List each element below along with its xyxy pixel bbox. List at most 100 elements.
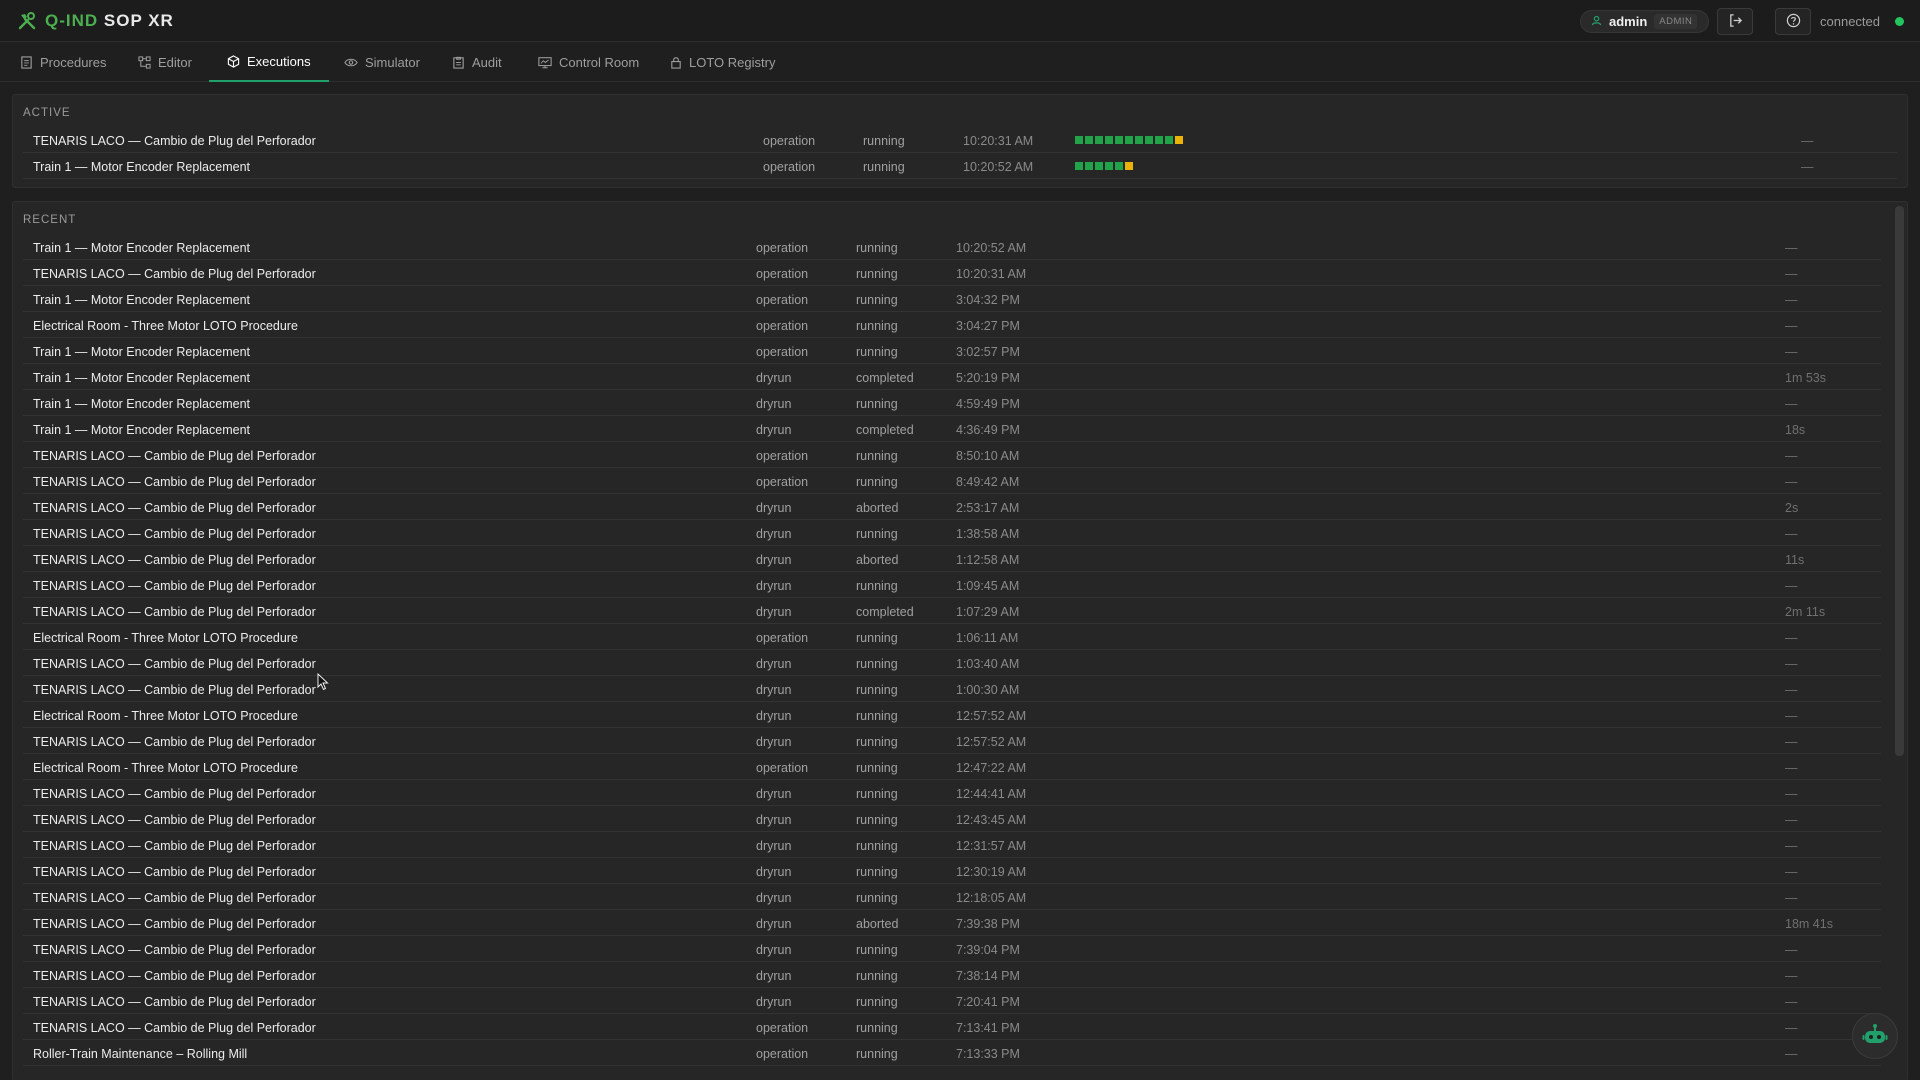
- execution-duration: —: [1785, 865, 1798, 879]
- execution-mode: operation: [756, 267, 809, 281]
- execution-row[interactable]: TENARIS LACO — Cambio de Plug del Perfor…: [23, 442, 1881, 468]
- execution-row[interactable]: TENARIS LACO — Cambio de Plug del Perfor…: [23, 676, 1881, 702]
- execution-duration: 11s: [1785, 553, 1805, 567]
- execution-row[interactable]: Roller-Train Maintenance – Rolling Mill o…: [23, 1040, 1881, 1066]
- eye-icon: [344, 56, 358, 69]
- execution-name: TENARIS LACO — Cambio de Plug del Perfor…: [33, 475, 316, 489]
- execution-time: 7:39:04 PM: [956, 943, 1020, 957]
- execution-mode: dryrun: [756, 371, 792, 385]
- execution-row[interactable]: TENARIS LACO — Cambio de Plug del Perfor…: [23, 546, 1881, 572]
- execution-duration: —: [1785, 527, 1798, 541]
- execution-row[interactable]: TENARIS LACO — Cambio de Plug del Perfor…: [23, 572, 1881, 598]
- execution-mode: operation: [756, 319, 809, 333]
- tab-procedures[interactable]: Procedures: [2, 42, 124, 82]
- execution-time: 7:13:41 PM: [956, 1021, 1020, 1035]
- tab-executions[interactable]: Executions: [209, 42, 329, 82]
- execution-time: 4:36:49 PM: [956, 423, 1020, 437]
- execution-duration: —: [1785, 345, 1798, 359]
- execution-row[interactable]: TENARIS LACO — Cambio de Plug del Perfor…: [23, 780, 1881, 806]
- execution-status: running: [856, 345, 898, 359]
- execution-status: running: [856, 397, 898, 411]
- execution-row[interactable]: TENARIS LACO — Cambio de Plug del Perfor…: [23, 494, 1881, 520]
- execution-mode: dryrun: [756, 579, 792, 593]
- execution-duration: —: [1801, 134, 1814, 148]
- execution-status: running: [856, 475, 898, 489]
- execution-row[interactable]: TENARIS LACO — Cambio de Plug del Perfor…: [23, 520, 1881, 546]
- execution-row[interactable]: TENARIS LACO — Cambio de Plug del Perfor…: [23, 468, 1881, 494]
- logout-button[interactable]: [1717, 8, 1753, 35]
- execution-time: 1:09:45 AM: [956, 579, 1020, 593]
- execution-row[interactable]: TENARIS LACO — Cambio de Plug del Perfor…: [23, 858, 1881, 884]
- execution-name: TENARIS LACO — Cambio de Plug del Perfor…: [33, 449, 316, 463]
- execution-row[interactable]: Electrical Room - Three Motor LOTO Proce…: [23, 624, 1881, 650]
- recent-scrollbar[interactable]: [1895, 206, 1904, 756]
- execution-mode: dryrun: [756, 605, 792, 619]
- execution-row[interactable]: TENARIS LACO — Cambio de Plug del Perfor…: [23, 806, 1881, 832]
- execution-row[interactable]: Train 1 — Motor Encoder Replacement dryru…: [23, 390, 1881, 416]
- tab-label: Control Room: [559, 54, 640, 70]
- execution-row[interactable]: TENARIS LACO — Cambio de Plug del Perfor…: [23, 728, 1881, 754]
- execution-duration: —: [1785, 657, 1798, 671]
- execution-duration: —: [1785, 397, 1798, 411]
- execution-duration: —: [1785, 579, 1798, 593]
- execution-name: Electrical Room - Three Motor LOTO Proce…: [33, 709, 298, 723]
- execution-time: 7:39:38 PM: [956, 917, 1020, 931]
- execution-mode: dryrun: [756, 917, 792, 931]
- connection-indicator: [1895, 17, 1904, 26]
- execution-status: running: [856, 527, 898, 541]
- execution-row[interactable]: Train 1 — Motor Encoder Replacement dryru…: [23, 416, 1881, 442]
- execution-row[interactable]: TENARIS LACO — Cambio de Plug del Perfor…: [23, 884, 1881, 910]
- execution-name: Electrical Room - Three Motor LOTO Proce…: [33, 761, 298, 775]
- execution-row[interactable]: TENARIS LACO — Cambio de Plug del Perfor…: [23, 832, 1881, 858]
- brand[interactable]: Q-IND SOP XR: [18, 11, 174, 31]
- execution-row[interactable]: Electrical Room - Three Motor LOTO Proce…: [23, 312, 1881, 338]
- user-menu[interactable]: admin ADMIN: [1580, 10, 1709, 33]
- connection-status: connected: [1820, 14, 1880, 29]
- execution-row[interactable]: TENARIS LACO — Cambio de Plug del Perfor…: [23, 988, 1881, 1014]
- execution-duration: —: [1785, 813, 1798, 827]
- execution-duration: 1m 53s: [1785, 371, 1826, 385]
- tab-loto-registry[interactable]: LOTO Registry: [652, 42, 793, 82]
- execution-row[interactable]: Electrical Room - Three Motor LOTO Proce…: [23, 702, 1881, 728]
- execution-row[interactable]: TENARIS LACO — Cambio de Plug del Perfor…: [23, 936, 1881, 962]
- execution-mode: dryrun: [756, 735, 792, 749]
- execution-row[interactable]: Electrical Room - Three Motor LOTO Proce…: [23, 754, 1881, 780]
- execution-name: Electrical Room - Three Motor LOTO Proce…: [33, 631, 298, 645]
- execution-row[interactable]: TENARIS LACO — Cambio de Plug del Perfor…: [23, 1014, 1881, 1040]
- execution-row[interactable]: TENARIS LACO — Cambio de Plug del Perfor…: [23, 650, 1881, 676]
- tab-simulator[interactable]: Simulator: [326, 42, 438, 82]
- execution-row[interactable]: Train 1 — Motor Encoder Replacement dryru…: [23, 364, 1881, 390]
- help-button[interactable]: [1775, 8, 1811, 35]
- execution-row[interactable]: TENARIS LACO — Cambio de Plug del Perfor…: [23, 260, 1881, 286]
- execution-mode: dryrun: [756, 501, 792, 515]
- execution-mode: operation: [756, 449, 809, 463]
- tab-audit[interactable]: Audit: [434, 42, 520, 82]
- assistant-button[interactable]: [1852, 1013, 1898, 1059]
- execution-name: TENARIS LACO — Cambio de Plug del Perfor…: [33, 1021, 316, 1035]
- step-done: [1135, 136, 1143, 144]
- step-done: [1085, 162, 1093, 170]
- execution-row[interactable]: Train 1 — Motor Encoder Replacement opera…: [23, 338, 1881, 364]
- execution-duration: —: [1785, 267, 1798, 281]
- execution-row[interactable]: TENARIS LACO — Cambio de Plug del Perfor…: [23, 127, 1897, 153]
- step-done: [1115, 136, 1123, 144]
- robot-icon: [1862, 1023, 1888, 1050]
- tab-control-room[interactable]: Control Room: [520, 42, 657, 82]
- user-icon: [1591, 14, 1602, 29]
- execution-time: 12:44:41 AM: [956, 787, 1027, 801]
- step-done: [1115, 162, 1123, 170]
- execution-mode: operation: [756, 631, 809, 645]
- execution-row[interactable]: Train 1 — Motor Encoder Replacement opera…: [23, 153, 1897, 179]
- execution-status: running: [863, 160, 905, 174]
- execution-duration: 18s: [1785, 423, 1806, 437]
- execution-name: Train 1 — Motor Encoder Replacement: [33, 241, 250, 255]
- execution-name: Electrical Room - Three Motor LOTO Proce…: [33, 319, 298, 333]
- execution-row[interactable]: TENARIS LACO — Cambio de Plug del Perfor…: [23, 910, 1881, 936]
- execution-row[interactable]: TENARIS LACO — Cambio de Plug del Perfor…: [23, 962, 1881, 988]
- execution-row[interactable]: TENARIS LACO — Cambio de Plug del Perfor…: [23, 598, 1881, 624]
- execution-row[interactable]: Train 1 — Motor Encoder Replacement opera…: [23, 234, 1881, 260]
- execution-row[interactable]: Train 1 — Motor Encoder Replacement opera…: [23, 286, 1881, 312]
- execution-status: completed: [856, 605, 914, 619]
- execution-mode: dryrun: [756, 527, 792, 541]
- tab-editor[interactable]: Editor: [120, 42, 210, 82]
